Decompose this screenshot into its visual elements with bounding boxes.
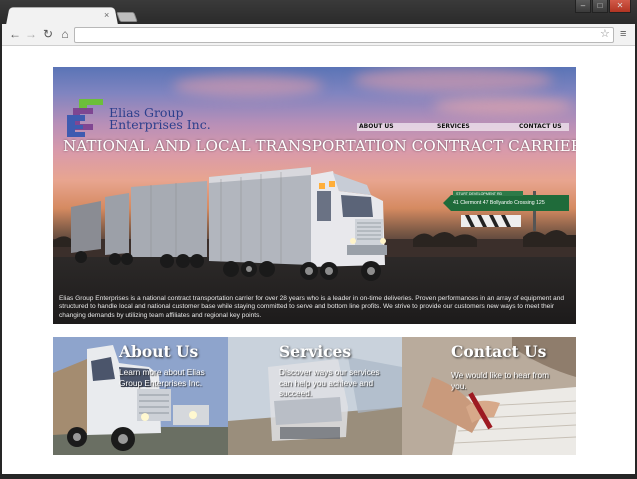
hero-headline: NATIONAL AND LOCAL TRANSPORTATION CONTRA… xyxy=(63,137,576,155)
road-sign-line2: 41 Clermont 47 Bollyando Crossing 125 xyxy=(453,200,545,206)
maximize-icon[interactable]: □ xyxy=(592,0,608,13)
panel-contact-text[interactable]: We would like to hear from you. xyxy=(451,370,555,391)
home-icon[interactable]: ⌂ xyxy=(58,27,72,41)
browser-toolbar: ← → ↻ ⌂ ☆ ≡ xyxy=(2,24,635,46)
panel-services-text[interactable]: Discover ways our services can help you … xyxy=(279,367,383,399)
tab-strip: × – □ ✕ xyxy=(0,0,637,26)
panel-services-title[interactable]: Services xyxy=(279,342,351,361)
panel-contact-title[interactable]: Contact Us xyxy=(451,342,546,361)
page-viewport: Elias Group Enterprises Inc. ABOUT US SE… xyxy=(2,46,635,474)
menu-icon[interactable]: ≡ xyxy=(620,28,626,40)
road-train-truck-image xyxy=(71,167,387,281)
window-controls: – □ ✕ xyxy=(575,0,631,14)
cloud xyxy=(173,75,323,97)
new-tab-button[interactable] xyxy=(116,12,138,22)
tab-close-icon[interactable]: × xyxy=(104,10,109,20)
nav-contact-us[interactable]: CONTACT US xyxy=(519,123,562,131)
feature-panels: About Us Learn more about Elias Group En… xyxy=(53,337,576,455)
minimize-icon[interactable]: – xyxy=(575,0,591,13)
panel-about-text[interactable]: Learn more about Elias Group Enterprises… xyxy=(119,367,229,388)
back-arrow-icon[interactable]: ← xyxy=(8,27,22,41)
company-description: Elias Group Enterprises is a national co… xyxy=(59,295,565,319)
company-logo[interactable] xyxy=(67,97,104,137)
nav-services[interactable]: SERVICES xyxy=(437,123,470,131)
hero-banner: Elias Group Enterprises Inc. ABOUT US SE… xyxy=(53,67,576,324)
road-sign-line1: STURT DEVELOPMENT RD xyxy=(456,192,503,196)
main-nav: ABOUT US SERVICES CONTACT US xyxy=(357,123,569,131)
bookmark-star-icon[interactable]: ☆ xyxy=(600,27,610,40)
close-window-icon[interactable]: ✕ xyxy=(609,0,631,13)
cloud xyxy=(433,97,573,115)
panel-about-title[interactable]: About Us xyxy=(119,342,198,361)
cloud xyxy=(353,67,553,93)
browser-window: × – □ ✕ ← → ↻ ⌂ ☆ ≡ Elias Group Enterpri… xyxy=(0,0,637,479)
road-sign-image: STURT DEVELOPMENT RD 41 Clermont 47 Boll… xyxy=(443,191,569,231)
browser-tab[interactable] xyxy=(6,7,118,26)
address-bar[interactable] xyxy=(74,27,614,43)
forward-arrow-icon[interactable]: → xyxy=(24,27,38,41)
logo-line2: Enterprises Inc. xyxy=(109,117,211,132)
reload-icon[interactable]: ↻ xyxy=(41,27,55,41)
nav-about-us[interactable]: ABOUT US xyxy=(359,123,394,131)
logo-wordmark[interactable]: Elias Group Enterprises Inc. xyxy=(109,106,211,132)
